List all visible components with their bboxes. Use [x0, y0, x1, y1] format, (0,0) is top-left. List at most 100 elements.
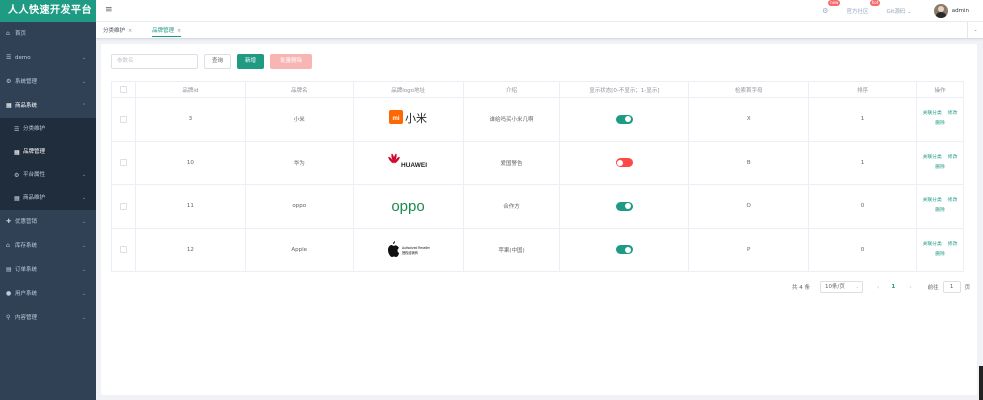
scrollbar[interactable]: [979, 366, 983, 400]
row-checkbox[interactable]: [119, 202, 127, 210]
main-content: 参数名 查询 新增 批量删除 品牌id 品牌名 品牌logo地址 介绍 显示状态…: [101, 44, 977, 395]
cell-brand-logo: oppo: [353, 184, 464, 229]
search-input[interactable]: 参数名: [111, 54, 198, 69]
row-checkbox[interactable]: [119, 115, 127, 123]
cell-brand-id: 11: [135, 184, 246, 229]
sidebar-item-1[interactable]: ☰ demo ⌄: [0, 46, 96, 70]
cell-intro: 合作方: [463, 184, 561, 229]
edit-link[interactable]: 修改: [948, 197, 958, 205]
page-size-select[interactable]: 10条/页 ⌄: [820, 281, 863, 293]
prev-page-button[interactable]: ‹: [877, 284, 879, 291]
sidebar-subitem-2[interactable]: ⚙ 平台属性 ⌄: [0, 164, 96, 187]
row-select-cell: [111, 97, 136, 142]
row-checkbox[interactable]: [119, 246, 127, 254]
close-icon[interactable]: ×: [177, 28, 181, 34]
chevron-icon: ⌄: [81, 315, 86, 321]
batch-delete-button[interactable]: 批量删除: [270, 54, 313, 69]
sidebar-item-3[interactable]: ▦ 商品系统 ⌃: [0, 94, 96, 118]
sidebar-item-6[interactable]: ▤ 订单系统 ⌄: [0, 258, 96, 282]
settings-icon: ⚙: [6, 78, 12, 85]
header-operations: 操作: [916, 81, 965, 98]
sidebar-subitem-1[interactable]: ▦ 品牌管理: [0, 141, 96, 164]
chevron-icon: ⌄: [81, 172, 86, 178]
query-button[interactable]: 查询: [204, 54, 232, 69]
delete-link[interactable]: 删除: [935, 207, 945, 215]
cell-intro: 谁给吗买小米几啊: [463, 97, 561, 142]
row-select-cell: [111, 228, 136, 272]
select-all-checkbox[interactable]: [119, 86, 127, 93]
chevron-icon: ⌄: [81, 267, 86, 273]
show-status-toggle[interactable]: [615, 114, 633, 124]
next-page-button[interactable]: ›: [909, 284, 911, 291]
sidebar-item-4[interactable]: ✚ 优惠营销 ⌄: [0, 210, 96, 234]
svg-text:Authorized Reseller: Authorized Reseller: [402, 246, 430, 250]
add-button[interactable]: 新增: [237, 54, 265, 69]
community-link[interactable]: 官方社区 hot: [846, 0, 881, 15]
cell-first-letter: O: [688, 184, 810, 229]
header-brand-logo: 品牌logo地址: [353, 81, 464, 98]
sidebar-subitem-3[interactable]: ▦ 商品维护 ⌄: [0, 187, 96, 210]
hamburger-menu-icon[interactable]: ≡: [105, 5, 113, 15]
cell-first-letter: X: [688, 97, 810, 142]
cell-brand-logo: Authorized Reseller 授权经销商: [353, 228, 464, 272]
cell-brand-name: oppo: [245, 184, 354, 229]
chevron-down-icon: ⌄: [855, 284, 859, 289]
chevron-down-icon: ⌄: [907, 9, 912, 15]
app-title: 人人快速开发平台: [0, 0, 96, 22]
home-icon: ⌂: [6, 30, 10, 37]
relate-category-link[interactable]: 关联分类: [923, 110, 942, 118]
relate-category-link[interactable]: 关联分类: [923, 241, 942, 249]
row-select-cell: [111, 184, 136, 229]
delete-link[interactable]: 删除: [935, 164, 945, 172]
header-brand-id: 品牌id: [135, 81, 246, 98]
sidebar-subitem-label: 分类维护: [23, 126, 46, 132]
page-number-1[interactable]: 1: [891, 284, 895, 290]
close-icon[interactable]: ×: [128, 28, 132, 34]
relate-category-link[interactable]: 关联分类: [923, 154, 942, 162]
git-source-link[interactable]: Git源码 ⌄: [886, 7, 911, 15]
show-status-toggle[interactable]: [615, 201, 633, 211]
hot-badge: hot: [869, 0, 881, 6]
show-status-toggle[interactable]: [615, 245, 633, 255]
delete-link[interactable]: 删除: [935, 120, 945, 128]
goto-page-input[interactable]: 1: [942, 281, 961, 293]
sidebar-subitem-0[interactable]: ☰ 分类维护: [0, 118, 96, 141]
sidebar-item-0[interactable]: ⌂ 首页: [0, 22, 96, 46]
avatar[interactable]: [933, 4, 948, 18]
gear-icon[interactable]: ⚙ new: [822, 0, 841, 15]
edit-link[interactable]: 修改: [948, 110, 958, 118]
sidebar-item-8[interactable]: ⚲ 内容管理 ⌄: [0, 306, 96, 330]
cell-first-letter: P: [688, 228, 810, 272]
huawei-logo: HUAWEI: [388, 153, 427, 169]
edit-link[interactable]: 修改: [948, 241, 958, 249]
sidebar-item-7[interactable]: ● 用户系统 ⌄: [0, 282, 96, 306]
tab-brand-management[interactable]: 品牌管理 ×: [152, 25, 182, 37]
sidebar-item-2[interactable]: ⚙ 系统管理 ⌄: [0, 70, 96, 94]
header-sort: 排序: [808, 81, 917, 98]
row-checkbox[interactable]: [119, 159, 127, 167]
sidebar-subitem-label: 平台属性: [23, 172, 46, 178]
tab-label: 品牌管理: [152, 28, 175, 34]
sidebar-item-label: 商品系统: [15, 103, 38, 109]
chevron-icon: ⌃: [81, 103, 86, 109]
sidebar-item-label: 内容管理: [15, 315, 38, 321]
cell-sort: 1: [808, 97, 917, 142]
delete-link[interactable]: 删除: [935, 251, 945, 259]
coupon-icon: ✚: [6, 218, 12, 225]
table-row: 10 华为 HUAWEI 爱国警告 B 1 关联分类 修改 删除: [111, 141, 965, 185]
relate-category-link[interactable]: 关联分类: [923, 197, 942, 205]
admin-username[interactable]: admin: [952, 8, 969, 14]
sidebar-item-5[interactable]: ⌂ 库存系统 ⌄: [0, 234, 96, 258]
goto-label: 前往: [927, 285, 939, 291]
cell-brand-name: Apple: [245, 228, 354, 272]
cell-brand-id: 10: [135, 141, 246, 185]
menu-icon: ☰: [6, 54, 12, 61]
edit-link[interactable]: 修改: [948, 154, 958, 162]
tab-category-maintenance[interactable]: 分类维护 ×: [103, 25, 132, 37]
table-header-row: 品牌id 品牌名 品牌logo地址 介绍 显示状态[0-不显示；1-显示] 检索…: [111, 81, 965, 98]
brand-table: 品牌id 品牌名 品牌logo地址 介绍 显示状态[0-不显示；1-显示] 检索…: [111, 81, 965, 272]
cell-show-status: [559, 228, 690, 272]
cell-intro: 苹果(中国): [463, 228, 561, 272]
tabs-dropdown-icon[interactable]: ⌄: [967, 22, 983, 38]
show-status-toggle[interactable]: [615, 158, 633, 168]
